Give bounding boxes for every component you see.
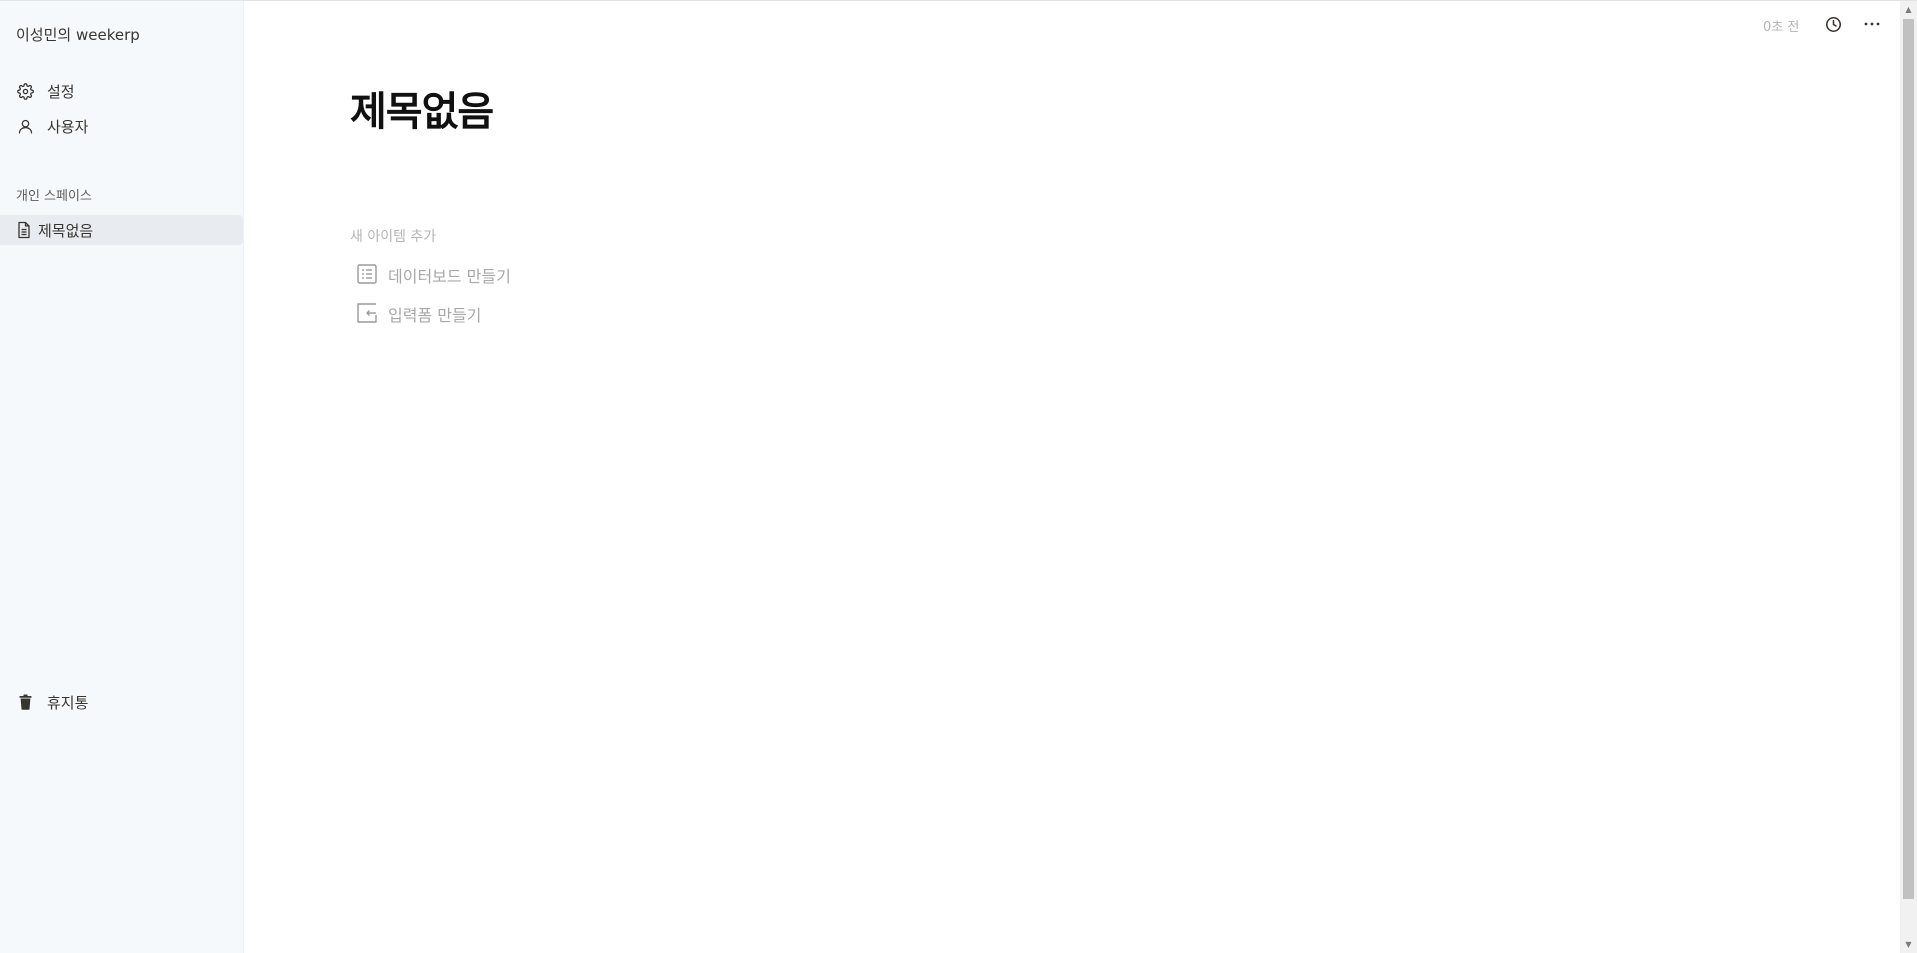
sidebar: 이성민의 weekerp 설정 사용자 개인 스페이스 제목없음 휴지통 <box>0 1 244 953</box>
form-input-icon <box>356 302 378 324</box>
page-title[interactable]: 제목없음 <box>350 79 494 137</box>
workspace-title[interactable]: 이성민의 weekerp <box>16 24 140 45</box>
add-item-section-label: 새 아이템 추가 <box>350 229 437 245</box>
last-edited-time: 0초 전 <box>1763 20 1800 35</box>
more-options-button[interactable] <box>1862 14 1882 34</box>
more-horizontal-icon <box>1864 22 1880 26</box>
sidebar-page-item[interactable]: 제목없음 <box>0 215 243 245</box>
app-window: 이성민의 weekerp 설정 사용자 개인 스페이스 제목없음 휴지통 0초 … <box>0 0 1917 953</box>
sidebar-page-label: 제목없음 <box>38 222 94 240</box>
scroll-thumb[interactable] <box>1903 19 1914 899</box>
sidebar-item-label: 휴지통 <box>47 693 89 712</box>
sidebar-item-settings[interactable]: 설정 <box>0 76 243 106</box>
list-board-icon <box>356 263 378 285</box>
create-form-button[interactable]: 입력폼 만들기 <box>352 298 552 326</box>
document-icon <box>16 221 32 239</box>
gear-icon <box>16 82 34 100</box>
section-label-personal-space: 개인 스페이스 <box>16 189 92 204</box>
scroll-down-arrow[interactable]: ▼ <box>1900 936 1917 953</box>
sidebar-item-label: 설정 <box>47 82 75 101</box>
user-icon <box>16 117 34 135</box>
sidebar-item-users[interactable]: 사용자 <box>0 111 243 141</box>
create-databoard-label: 데이터보드 만들기 <box>388 267 511 286</box>
create-form-label: 입력폼 만들기 <box>388 306 482 325</box>
create-databoard-button[interactable]: 데이터보드 만들기 <box>352 259 552 287</box>
trash-icon <box>16 693 34 711</box>
scroll-up-arrow[interactable]: ▲ <box>1900 1 1917 18</box>
sidebar-item-trash[interactable]: 휴지통 <box>0 687 243 717</box>
vertical-scrollbar[interactable]: ▲ ▼ <box>1900 1 1917 953</box>
clock-icon <box>1825 16 1842 33</box>
sidebar-item-label: 사용자 <box>47 117 89 136</box>
history-button[interactable] <box>1823 14 1843 34</box>
